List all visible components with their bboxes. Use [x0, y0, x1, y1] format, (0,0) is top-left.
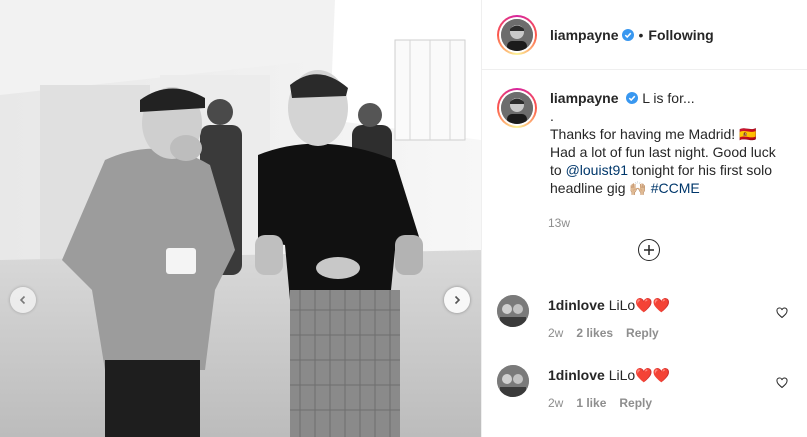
previous-photo-button[interactable] — [10, 287, 36, 313]
comment-avatar[interactable] — [497, 295, 529, 327]
comment-avatar[interactable] — [497, 365, 529, 397]
comment-age[interactable]: 2w — [548, 326, 563, 340]
plus-circle-icon — [644, 245, 654, 255]
caption-username[interactable]: liampayne — [550, 90, 618, 106]
comment-likes[interactable]: 1 like — [576, 396, 606, 410]
caption-line-3: Had a lot of fun last night. Good luck — [550, 144, 776, 160]
caption-dot-line: . — [550, 108, 554, 124]
commenter-photo — [497, 295, 529, 327]
load-more-comments-button[interactable] — [638, 239, 660, 261]
comment-reply-button[interactable]: Reply — [619, 396, 652, 410]
comment-username[interactable]: 1dinlove — [548, 297, 605, 313]
comment-age[interactable]: 2w — [548, 396, 563, 410]
chevron-left-icon — [19, 295, 26, 305]
verified-badge-icon — [626, 92, 639, 104]
heart-outline-icon[interactable] — [776, 307, 788, 319]
caption-line-4-start: to — [550, 162, 566, 178]
chevron-right-icon — [454, 295, 461, 305]
next-photo-button[interactable] — [444, 287, 470, 313]
comment-reply-button[interactable]: Reply — [626, 326, 659, 340]
verified-badge-icon — [622, 28, 635, 41]
caption-line-1: L is for... — [642, 90, 695, 106]
comment-text: LiLo❤️❤️ — [608, 297, 671, 313]
caption-line-2: Thanks for having me Madrid! 🇪🇸 — [550, 126, 757, 142]
post-photo[interactable] — [0, 0, 481, 437]
caption-line-5: headline gig 🙌🏼 — [550, 180, 651, 196]
author-username[interactable]: liampayne — [550, 27, 618, 43]
comment-username[interactable]: 1dinlove — [548, 367, 605, 383]
comment-text: LiLo❤️❤️ — [608, 367, 671, 383]
hashtag-link[interactable]: #CCME — [651, 180, 700, 196]
author-photo — [501, 18, 533, 51]
photo-image — [0, 0, 481, 437]
header-separator: • — [638, 26, 644, 43]
heart-outline-icon[interactable] — [776, 377, 788, 389]
commenter-photo — [497, 365, 529, 397]
caption-avatar[interactable] — [497, 88, 537, 128]
post-header: liampayne • Following — [482, 0, 807, 70]
caption-text: liampayne L is for... . Thanks for havin… — [550, 88, 776, 197]
mention-link[interactable]: @louist91 — [566, 162, 628, 178]
following-button[interactable]: Following — [648, 27, 713, 43]
comment-likes[interactable]: 2 likes — [576, 326, 613, 340]
post-sidebar: liampayne • Following liampayne L is for… — [481, 0, 807, 437]
post-timestamp[interactable]: 13w — [548, 216, 570, 230]
caption-line-4-end: tonight for his first solo — [628, 162, 772, 178]
post-caption: liampayne L is for... . Thanks for havin… — [497, 88, 797, 197]
caption-author-photo — [501, 92, 533, 124]
author-avatar[interactable] — [497, 14, 537, 55]
